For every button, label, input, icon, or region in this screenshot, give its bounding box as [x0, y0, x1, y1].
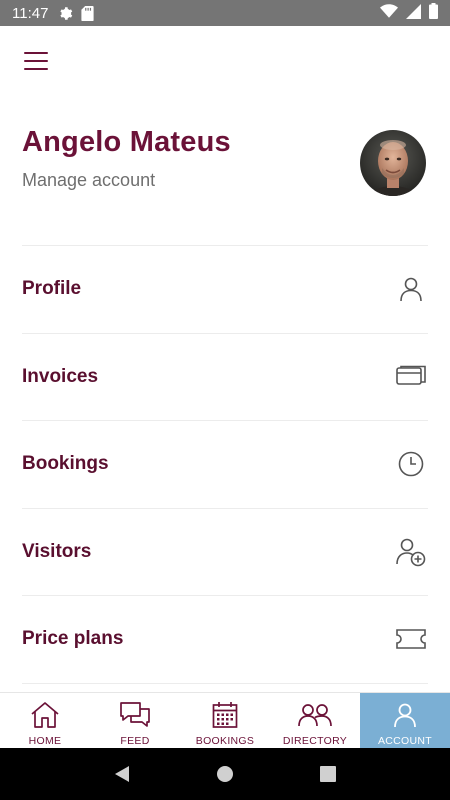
menu-item-invoices[interactable]: Invoices [22, 334, 428, 421]
menu-item-label: Visitors [22, 540, 92, 562]
tab-label: ACCOUNT [377, 735, 432, 747]
avatar[interactable] [360, 130, 426, 196]
settings-icon [58, 6, 73, 21]
person-icon [396, 274, 426, 304]
recents-icon[interactable] [308, 754, 348, 794]
menu-item-label: Invoices [22, 365, 99, 387]
menu-item-price-plans[interactable]: Price plans [22, 596, 428, 684]
menu-item-label: Profile [22, 278, 82, 300]
tab-bookings[interactable]: BOOKINGS [180, 693, 270, 748]
battery-icon [429, 3, 438, 23]
signal-icon [406, 3, 421, 23]
user-name: Angelo Mateus [22, 126, 231, 158]
account-menu-list: Profile Invoices Bookings Visitors Price… [22, 245, 428, 684]
tab-label: BOOKINGS [195, 735, 255, 747]
status-time: 11:47 [12, 4, 49, 22]
ticket-icon [396, 624, 426, 654]
menu-line [24, 68, 48, 70]
menu-item-visitors[interactable]: Visitors [22, 509, 428, 596]
manage-account-link[interactable]: Manage account [22, 170, 155, 191]
home-circle-icon[interactable] [205, 754, 245, 794]
status-bar: 11:47 [0, 0, 450, 26]
tab-label: FEED [120, 735, 150, 747]
back-icon[interactable] [102, 754, 142, 794]
tab-label: HOME [28, 735, 62, 747]
menu-item-profile[interactable]: Profile [22, 246, 428, 334]
hamburger-menu-icon[interactable] [18, 46, 54, 76]
tab-label: DIRECTORY [282, 735, 348, 747]
menu-item-label: Bookings [22, 453, 109, 475]
tab-feed[interactable]: FEED [90, 693, 180, 748]
tab-directory[interactable]: DIRECTORY [270, 693, 360, 748]
wifi-icon [380, 4, 398, 22]
tab-home[interactable]: HOME [0, 693, 90, 748]
people-icon [298, 701, 332, 729]
menu-line [24, 60, 48, 62]
cards-icon [396, 362, 426, 392]
clock-icon [396, 449, 426, 479]
calendar-icon [212, 701, 238, 729]
bottom-nav: HOME FEED BOOKINGS DIRECTORY ACCOUNT [0, 692, 450, 748]
person-add-icon [396, 537, 426, 567]
person-icon [393, 701, 417, 729]
sd-card-icon [81, 5, 95, 21]
home-icon [30, 701, 60, 729]
system-nav-bar [0, 748, 450, 800]
tab-account[interactable]: ACCOUNT [360, 693, 450, 748]
menu-item-label: Price plans [22, 628, 124, 650]
chat-icon [119, 701, 151, 729]
menu-line [24, 52, 48, 54]
account-screen: 11:47 Angelo Mateus Manage account Profi… [0, 0, 450, 800]
status-right-icons [380, 3, 438, 23]
menu-item-bookings[interactable]: Bookings [22, 421, 428, 509]
